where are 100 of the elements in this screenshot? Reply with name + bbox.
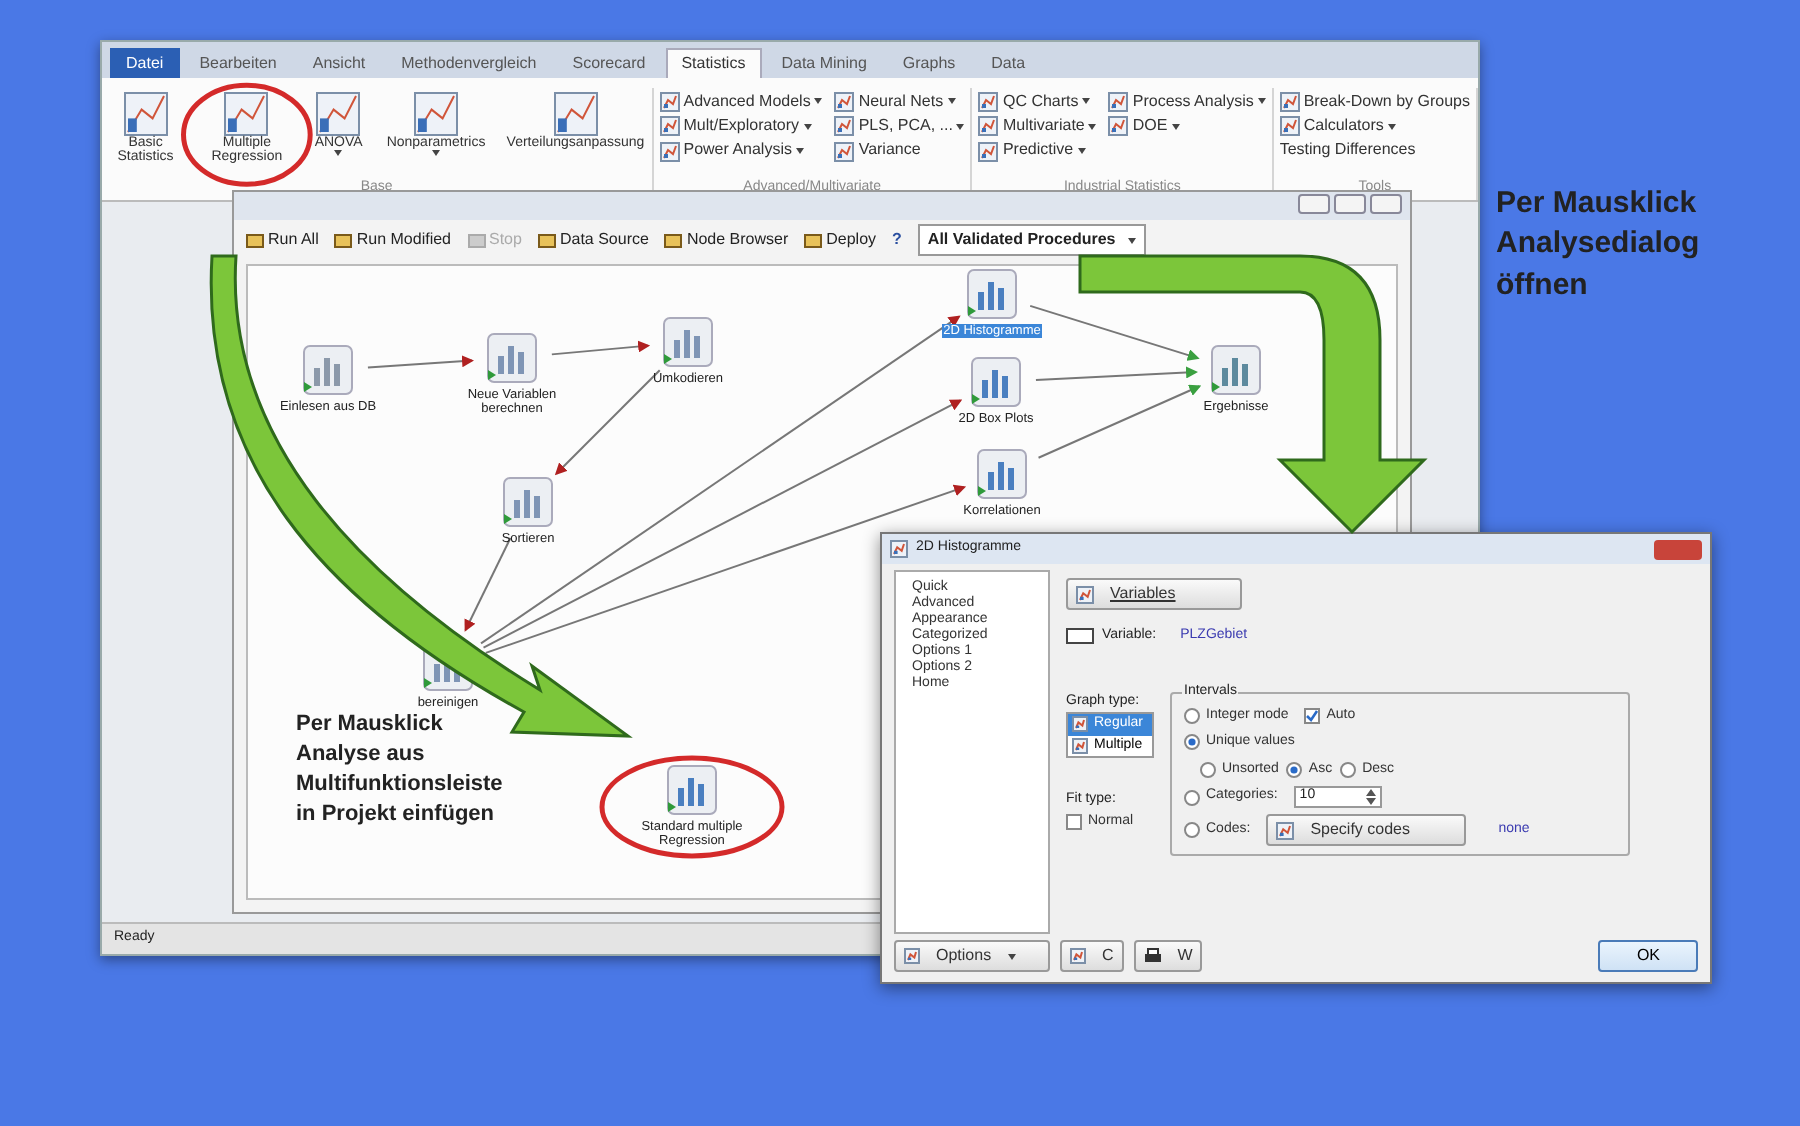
- toolbar-button[interactable]: Data Source: [537, 228, 649, 252]
- caret-icon: [947, 98, 956, 105]
- radio-button[interactable]: [1184, 734, 1200, 751]
- connector-arrow: [366, 355, 475, 369]
- radio-button[interactable]: [1200, 761, 1216, 778]
- radio-button[interactable]: [1184, 822, 1200, 838]
- toolbar-icon: [334, 231, 353, 249]
- ribbon-tab[interactable]: Data: [975, 48, 1042, 78]
- radio-button[interactable]: [1340, 761, 1357, 778]
- w-button[interactable]: W: [1133, 940, 1203, 972]
- chart-icon: [1070, 948, 1086, 964]
- ribbon-tab[interactable]: Bearbeiten: [183, 48, 293, 78]
- ribbon-tab[interactable]: Scorecard: [556, 48, 662, 78]
- callout-text: Per Mausklick Analysedialog öffnen: [1496, 184, 1700, 305]
- radio-button[interactable]: [1184, 789, 1200, 805]
- checkbox[interactable]: [1066, 813, 1082, 830]
- chart-icon: [224, 91, 269, 136]
- chart-icon: [1108, 91, 1129, 112]
- ribbon-tab[interactable]: Graphs: [886, 48, 972, 78]
- chart-icon: [123, 91, 168, 136]
- ribbon-button[interactable]: Mult/Exploratory: [659, 115, 823, 137]
- toolbar-button[interactable]: Run All: [246, 228, 319, 252]
- file-tab[interactable]: Datei: [110, 48, 180, 78]
- chart-icon: [978, 141, 999, 162]
- ribbon-button[interactable]: Advanced Models: [659, 91, 823, 112]
- chart-icon: [1076, 585, 1094, 603]
- node-icon: [966, 268, 1018, 320]
- ribbon-button[interactable]: Break-Down by Groups: [1279, 91, 1470, 112]
- chart-icon: [659, 116, 680, 137]
- ribbon-button[interactable]: QC Charts: [978, 91, 1097, 112]
- close-button[interactable]: [1370, 194, 1402, 214]
- caret-icon: [1171, 123, 1180, 130]
- ribbon-button[interactable]: DOE: [1108, 115, 1266, 137]
- radio-button[interactable]: [1286, 761, 1303, 778]
- ribbon-button[interactable]: Neural Nets: [834, 91, 965, 112]
- variables-button[interactable]: Variables: [1066, 578, 1242, 610]
- toolbar-button[interactable]: Deploy: [804, 228, 877, 252]
- ribbon-button[interactable]: Power Analysis: [659, 140, 823, 162]
- caret-icon: [1082, 98, 1091, 105]
- ribbon-tab[interactable]: Methodenvergleich: [385, 48, 553, 78]
- chart-icon: [834, 116, 855, 137]
- chart-icon: [904, 948, 920, 964]
- callout-text: Per Mausklick Analyse aus Multifunktionsleiste in Projekt einfügen: [296, 710, 503, 829]
- caret-icon: [1127, 237, 1136, 243]
- caret-icon: [1077, 148, 1086, 155]
- ribbon-tab[interactable]: Statistics: [665, 48, 762, 78]
- toolbar-button[interactable]: Node Browser: [664, 228, 789, 252]
- toolbar-icon: [804, 231, 823, 249]
- radio-button[interactable]: [1184, 707, 1200, 724]
- checkbox[interactable]: [1304, 707, 1321, 724]
- caret-icon: [795, 148, 804, 155]
- printer-icon: [1143, 948, 1162, 964]
- chart-icon: [1072, 716, 1088, 733]
- chart-icon: [659, 141, 680, 162]
- ribbon-tab[interactable]: Ansicht: [296, 48, 382, 78]
- chart-icon: [1279, 116, 1300, 137]
- node-icon: [970, 356, 1022, 408]
- ok-button[interactable]: OK: [1598, 940, 1698, 972]
- ribbon-tab[interactable]: Data Mining: [765, 48, 883, 78]
- caret-icon: [1088, 123, 1097, 130]
- toolbar-button[interactable]: Run Modified: [334, 228, 451, 252]
- chart-icon: [414, 91, 459, 136]
- toolbar-icon: [246, 231, 264, 249]
- node-icon: [502, 476, 554, 528]
- node-icon: [486, 332, 538, 384]
- procedure-dropdown[interactable]: All Validated Procedures: [917, 224, 1146, 256]
- chart-icon: [659, 91, 680, 112]
- ribbon-button[interactable]: Variance: [834, 140, 965, 162]
- chart-icon: [316, 91, 361, 136]
- close-button[interactable]: [1654, 539, 1702, 559]
- chart-icon: [1276, 821, 1295, 839]
- variable-icon: [1066, 628, 1094, 645]
- chart-icon: [553, 91, 598, 136]
- caret-icon: [803, 123, 812, 130]
- chart-icon: [1108, 116, 1129, 137]
- ribbon-button[interactable]: Testing Differences: [1279, 140, 1470, 162]
- ribbon-button[interactable]: Calculators: [1279, 115, 1470, 137]
- options-button[interactable]: Options: [894, 940, 1050, 972]
- chart-icon: [1279, 91, 1300, 112]
- toolbar-icon: [537, 231, 556, 249]
- node-icon: [662, 316, 714, 368]
- c-button[interactable]: C: [1060, 940, 1124, 972]
- node-icon: [976, 448, 1028, 500]
- caret-icon: [956, 123, 965, 130]
- toolbar-icon: [467, 231, 485, 249]
- node-icon: [666, 764, 718, 816]
- ribbon-button[interactable]: Predictive: [978, 140, 1097, 162]
- ribbon-button[interactable]: Multivariate: [978, 115, 1097, 137]
- spin-arrows-icon: [1365, 788, 1376, 806]
- minimize-button[interactable]: [1298, 194, 1330, 214]
- node-icon: [302, 344, 354, 396]
- chart-icon: [978, 91, 999, 112]
- ribbon-button[interactable]: PLS, PCA, ...: [834, 115, 965, 137]
- help-button[interactable]: ?: [892, 228, 902, 252]
- caret-icon: [1007, 953, 1016, 959]
- caret-icon: [814, 98, 823, 105]
- specify-codes-button[interactable]: Specify codes: [1266, 814, 1467, 846]
- maximize-button[interactable]: [1334, 194, 1366, 214]
- ribbon-button[interactable]: Process Analysis: [1108, 91, 1266, 112]
- toolbar-icon: [664, 231, 683, 249]
